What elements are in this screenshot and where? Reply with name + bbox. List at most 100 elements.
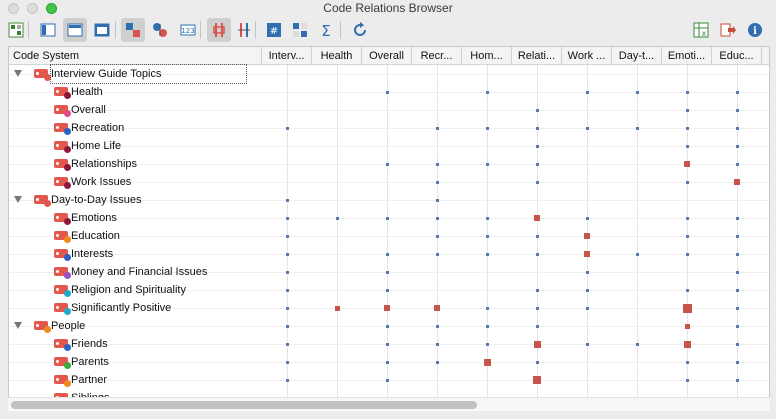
relation-cell-marker[interactable] (435, 198, 439, 202)
relation-cell-marker[interactable] (485, 162, 489, 166)
relation-cell-marker[interactable] (285, 126, 289, 130)
relation-cell-marker[interactable] (485, 234, 489, 238)
relation-cell-marker[interactable] (585, 270, 589, 274)
relation-cell-marker[interactable] (285, 360, 289, 364)
relation-cell-marker[interactable] (685, 108, 689, 112)
relation-cell-marker[interactable] (385, 342, 389, 346)
relation-cell-marker[interactable] (384, 305, 390, 311)
relation-cell-marker[interactable] (684, 323, 690, 329)
relation-cell-marker[interactable] (435, 216, 439, 220)
relation-cell-marker[interactable] (683, 340, 691, 348)
relation-cell-marker[interactable] (285, 252, 289, 256)
code-row[interactable]: Overall (9, 101, 259, 119)
code-row[interactable]: Health (9, 83, 259, 101)
relation-cell-marker[interactable] (734, 179, 740, 185)
relation-cell-marker[interactable] (435, 360, 439, 364)
symbol-squares-button[interactable] (121, 18, 145, 42)
code-row[interactable]: Recreation (9, 119, 259, 137)
relation-cell-marker[interactable] (285, 324, 289, 328)
code-row[interactable]: Work Issues (9, 173, 259, 191)
export-button[interactable] (716, 18, 740, 42)
relation-cell-marker[interactable] (685, 288, 689, 292)
relation-cell-marker[interactable] (735, 216, 739, 220)
relation-cell-marker[interactable] (584, 251, 590, 257)
relation-cell-marker[interactable] (735, 342, 739, 346)
code-row[interactable]: People (9, 317, 259, 335)
code-row[interactable]: Money and Financial Issues (9, 263, 259, 281)
relation-cell-marker[interactable] (285, 270, 289, 274)
code-row[interactable]: Emotions (9, 209, 259, 227)
code-row[interactable]: Interests (9, 245, 259, 263)
layout-top-button[interactable] (63, 18, 87, 42)
relation-cell-marker[interactable] (285, 288, 289, 292)
relation-cell-marker[interactable] (685, 360, 689, 364)
binary-button[interactable] (288, 18, 312, 42)
layout-left-button[interactable] (36, 18, 60, 42)
code-row[interactable]: Partner (9, 371, 259, 389)
relation-cell-marker[interactable] (535, 126, 539, 130)
relation-cell-marker[interactable] (585, 216, 589, 220)
relation-cell-marker[interactable] (735, 90, 739, 94)
relation-cell-marker[interactable] (533, 376, 541, 384)
relation-cell-marker[interactable] (685, 180, 689, 184)
column-header[interactable]: Work ... (562, 47, 612, 65)
column-header[interactable]: Emoti... (662, 47, 712, 65)
relation-cell-marker[interactable] (335, 216, 339, 220)
code-row[interactable]: Day-to-Day Issues (9, 191, 259, 209)
expand-triangle-icon[interactable] (14, 70, 22, 77)
close-window-button[interactable] (8, 3, 19, 14)
column-header[interactable]: Day-t... (612, 47, 662, 65)
symbol-circles-button[interactable] (148, 18, 172, 42)
relation-cell-marker[interactable] (685, 252, 689, 256)
refresh-button[interactable] (348, 18, 372, 42)
relation-cell-marker[interactable] (635, 90, 639, 94)
expand-triangle-icon[interactable] (14, 196, 22, 203)
relation-cell-marker[interactable] (434, 305, 440, 311)
relation-cell-marker[interactable] (585, 288, 589, 292)
relation-cell-marker[interactable] (535, 180, 539, 184)
relation-cell-marker[interactable] (385, 288, 389, 292)
relation-cell-marker[interactable] (735, 324, 739, 328)
relations-matrix[interactable]: Code System Interv... Health Overall Recr..… (8, 46, 770, 411)
excel-export-button[interactable]: x (689, 18, 713, 42)
column-header[interactable]: Recr... (412, 47, 462, 65)
relation-cell-marker[interactable] (635, 126, 639, 130)
relation-cell-marker[interactable] (535, 306, 539, 310)
code-row[interactable]: Friends (9, 335, 259, 353)
relation-cell-marker[interactable] (735, 252, 739, 256)
relation-cell-marker[interactable] (485, 342, 489, 346)
relation-cell-marker[interactable] (385, 378, 389, 382)
relation-cell-marker[interactable] (685, 216, 689, 220)
column-header[interactable]: Interv... (262, 47, 312, 65)
column-header[interactable]: Hom... (462, 47, 512, 65)
code-row[interactable]: Parents (9, 353, 259, 371)
relation-cell-marker[interactable] (535, 360, 539, 364)
relation-cell-marker[interactable] (735, 270, 739, 274)
column-header[interactable]: Overall (362, 47, 412, 65)
code-matrix-button[interactable] (4, 18, 28, 42)
relation-cell-marker[interactable] (584, 233, 590, 239)
code-row[interactable]: Significantly Positive (9, 299, 259, 317)
relation-cell-marker[interactable] (585, 342, 589, 346)
relation-cell-marker[interactable] (534, 215, 540, 221)
relation-cell-marker[interactable] (735, 360, 739, 364)
relation-cell-marker[interactable] (535, 144, 539, 148)
relation-cell-marker[interactable] (535, 162, 539, 166)
relation-cell-marker[interactable] (685, 378, 689, 382)
relation-cell-marker[interactable] (535, 234, 539, 238)
relation-cell-marker[interactable] (285, 342, 289, 346)
column-header[interactable]: Relati... (512, 47, 562, 65)
relation-cell-marker[interactable] (485, 252, 489, 256)
relation-cell-marker[interactable] (485, 324, 489, 328)
relation-cell-marker[interactable] (435, 252, 439, 256)
code-row[interactable]: Religion and Spirituality (9, 281, 259, 299)
relation-cell-marker[interactable] (385, 162, 389, 166)
relation-cell-marker[interactable] (735, 126, 739, 130)
relation-cell-marker[interactable] (635, 342, 639, 346)
relation-cell-marker[interactable] (485, 90, 489, 94)
relation-cell-marker[interactable] (684, 161, 690, 167)
relation-cell-marker[interactable] (435, 234, 439, 238)
relation-cell-marker[interactable] (385, 216, 389, 220)
proximity-button[interactable] (232, 18, 256, 42)
number-values-button[interactable]: 123 (176, 18, 200, 42)
